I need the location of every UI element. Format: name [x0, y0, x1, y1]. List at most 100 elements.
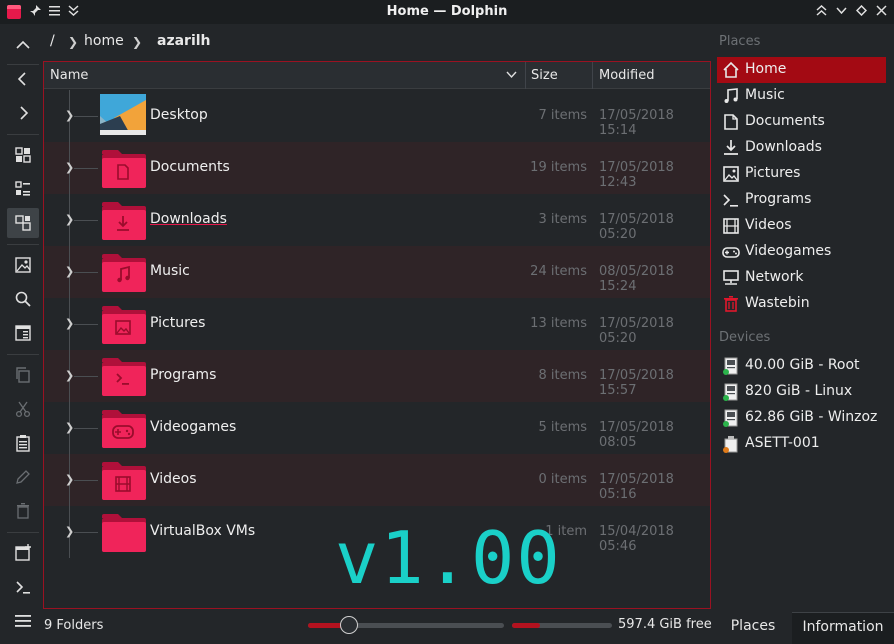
- file-size: 13 items: [530, 316, 587, 331]
- gamepad-icon: [722, 243, 740, 261]
- keep-above-button[interactable]: [812, 2, 830, 22]
- details-view-icon[interactable]: [7, 208, 39, 238]
- rename-pencil-icon[interactable]: [7, 462, 39, 492]
- expand-chevron-icon[interactable]: ❯: [65, 161, 74, 174]
- places-item-music[interactable]: Music: [717, 83, 886, 109]
- column-name[interactable]: Name: [50, 62, 88, 89]
- close-button[interactable]: [872, 2, 890, 22]
- downloads-folder-icon: [100, 198, 146, 242]
- column-divider[interactable]: [525, 62, 526, 89]
- file-size: 8 items: [538, 368, 587, 383]
- paste-icon[interactable]: [7, 428, 39, 458]
- tree-line: [74, 532, 98, 533]
- table-row[interactable]: ❯ Pictures 13 items 17/05/2018 05:20: [44, 298, 710, 350]
- expand-chevron-icon[interactable]: ❯: [65, 525, 74, 538]
- places-item-pictures[interactable]: Pictures: [717, 161, 886, 187]
- device-item[interactable]: ASETT-001: [717, 431, 886, 457]
- table-row[interactable]: ❯ Programs 8 items 17/05/2018 15:57: [44, 350, 710, 402]
- back-arrow-icon[interactable]: [7, 64, 39, 94]
- column-modified[interactable]: Modified: [599, 62, 654, 89]
- file-name: Videos: [150, 471, 197, 487]
- expand-chevron-icon[interactable]: ❯: [65, 369, 74, 382]
- file-size: 0 items: [538, 472, 587, 487]
- breadcrumb-root[interactable]: /: [50, 33, 55, 49]
- expand-chevron-icon[interactable]: ❯: [65, 317, 74, 330]
- tab-information[interactable]: Information: [792, 612, 894, 644]
- device-label: 62.86 GiB - Winzoz: [745, 409, 878, 425]
- copy-icon[interactable]: [7, 360, 39, 390]
- cut-icon[interactable]: [7, 394, 39, 424]
- table-row[interactable]: ❯ Videos 0 items 17/05/2018 05:16: [44, 454, 710, 506]
- file-name: Videogames: [150, 419, 237, 435]
- document-icon: [722, 113, 740, 131]
- toolbar-separator: [7, 354, 39, 355]
- desktop-folder-icon: [100, 94, 146, 138]
- up-arrow-icon[interactable]: [7, 30, 39, 60]
- device-item[interactable]: 820 GiB - Linux: [717, 379, 886, 405]
- places-item-label: Videos: [745, 217, 792, 233]
- column-size[interactable]: Size: [531, 62, 558, 89]
- places-item-downloads[interactable]: Downloads: [717, 135, 886, 161]
- device-item[interactable]: 62.86 GiB - Winzoz: [717, 405, 886, 431]
- places-item-label: Music: [745, 87, 785, 103]
- places-item-label: Wastebin: [745, 295, 810, 311]
- title-bar: Home — Dolphin: [0, 0, 894, 24]
- free-space-label: 597.4 GiB free: [618, 617, 712, 632]
- chevron-right-icon: ❯: [68, 35, 79, 49]
- search-icon[interactable]: [7, 284, 39, 314]
- places-item-network[interactable]: Network: [717, 265, 886, 291]
- file-name: Desktop: [150, 107, 208, 123]
- table-row[interactable]: ❯ Music 24 items 08/05/2018 15:24: [44, 246, 710, 298]
- table-row[interactable]: ❯ Downloads 3 items 17/05/2018 05:20: [44, 194, 710, 246]
- places-item-home[interactable]: Home: [717, 57, 886, 83]
- minimize-button[interactable]: [832, 2, 850, 22]
- table-row[interactable]: ❯ Videogames 5 items 17/05/2018 08:05: [44, 402, 710, 454]
- places-item-documents[interactable]: Documents: [717, 109, 886, 135]
- places-item-programs[interactable]: Programs: [717, 187, 886, 213]
- device-label: ASETT-001: [745, 435, 820, 451]
- expand-chevron-icon[interactable]: ❯: [65, 213, 74, 226]
- file-name: Pictures: [150, 315, 206, 331]
- expand-chevron-icon[interactable]: ❯: [65, 421, 74, 434]
- toolbar-separator: [7, 244, 39, 245]
- table-row[interactable]: ❯ Documents 19 items 17/05/2018 12:43: [44, 142, 710, 194]
- new-tab-icon[interactable]: [7, 538, 39, 568]
- device-label: 820 GiB - Linux: [745, 383, 853, 399]
- preview-icon[interactable]: [7, 250, 39, 280]
- tree-line: [74, 116, 98, 117]
- places-item-label: Network: [745, 269, 804, 285]
- column-divider[interactable]: [592, 62, 593, 89]
- places-header: Places: [719, 34, 761, 49]
- maximize-button[interactable]: [852, 2, 870, 22]
- videos-folder-icon: [100, 458, 146, 502]
- device-item[interactable]: 40.00 GiB - Root: [717, 353, 886, 379]
- table-row[interactable]: ❯ Desktop 7 items 17/05/2018 15:14: [44, 90, 710, 142]
- forward-arrow-icon[interactable]: [7, 98, 39, 128]
- places-item-videogames[interactable]: Videogames: [717, 239, 886, 265]
- tree-line: [74, 428, 98, 429]
- drive-icon: [722, 409, 740, 427]
- file-modified: 15/04/2018 05:46: [599, 524, 674, 554]
- expand-chevron-icon[interactable]: ❯: [65, 265, 74, 278]
- tree-line: [74, 220, 98, 221]
- places-item-wastebin[interactable]: Wastebin: [717, 291, 886, 317]
- breadcrumb-home[interactable]: home: [84, 33, 124, 49]
- window-title: Home — Dolphin: [386, 4, 508, 19]
- places-item-videos[interactable]: Videos: [717, 213, 886, 239]
- split-view-icon[interactable]: [7, 318, 39, 348]
- icons-view-icon[interactable]: [7, 140, 39, 170]
- delete-trash-icon[interactable]: [7, 496, 39, 526]
- compact-view-icon[interactable]: [7, 174, 39, 204]
- expand-chevron-icon[interactable]: ❯: [65, 109, 74, 122]
- folder-icon: [100, 510, 146, 554]
- free-space-bar-fill: [512, 623, 540, 628]
- places-item-label: Documents: [745, 113, 825, 129]
- places-item-label: Videogames: [745, 243, 832, 259]
- tab-places[interactable]: Places: [714, 612, 792, 644]
- expand-chevron-icon[interactable]: ❯: [65, 473, 74, 486]
- sort-chevron-down-icon[interactable]: [506, 62, 517, 89]
- file-modified: 08/05/2018 15:24: [599, 264, 674, 294]
- breadcrumb: / ❯ home ❯ azarilh: [44, 28, 704, 56]
- breadcrumb-current[interactable]: azarilh: [157, 33, 211, 49]
- terminal-icon[interactable]: [7, 572, 39, 602]
